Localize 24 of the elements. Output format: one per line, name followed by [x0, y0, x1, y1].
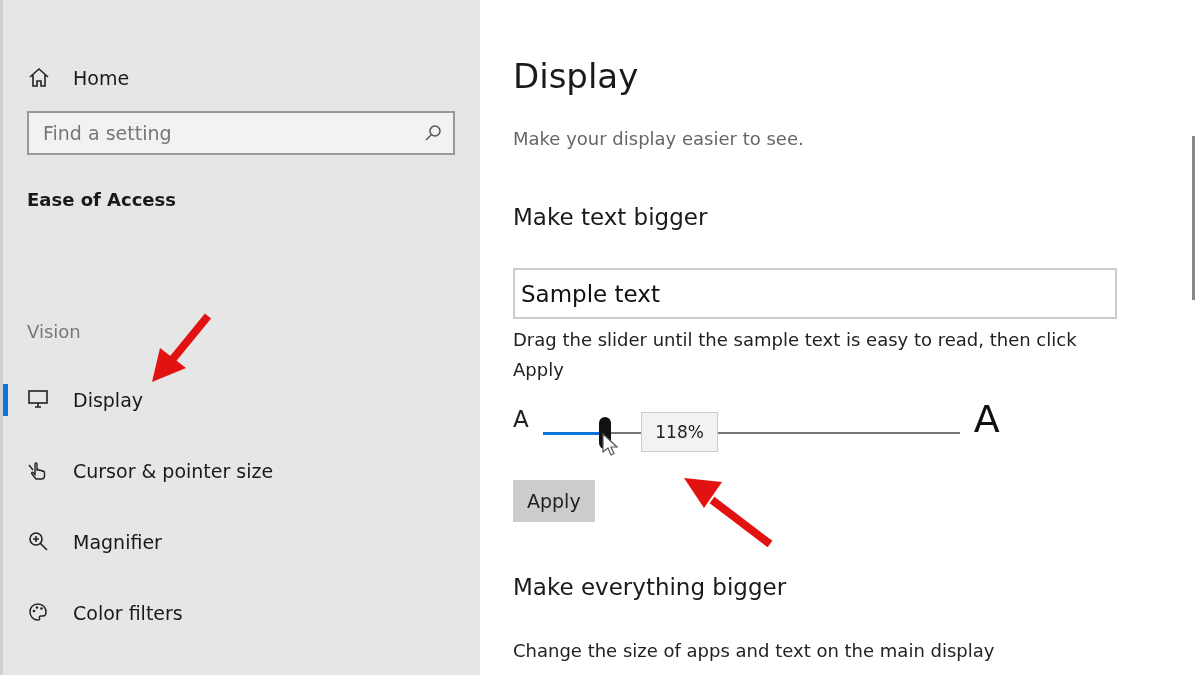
instructions-text: Drag the slider until the sample text is easy to read, then click Apply: [513, 328, 1078, 382]
sidebar-item[interactable]: Display: [3, 384, 456, 416]
home-icon: [27, 66, 51, 90]
home-link[interactable]: Home: [27, 62, 456, 94]
section-heading: Make text bigger: [513, 204, 708, 230]
section-heading: Make everything bigger: [513, 574, 787, 600]
section-description: Change the size of apps and text on the main display: [513, 640, 995, 661]
search-field[interactable]: Find a setting: [27, 111, 455, 155]
apply-button[interactable]: Apply: [513, 480, 595, 522]
sample-text-field[interactable]: Sample text: [513, 268, 1117, 319]
text-size-slider[interactable]: 118%: [542, 408, 960, 458]
annotation-arrow: [150, 312, 212, 384]
sidebar-item[interactable]: Cursor & pointer size: [3, 455, 456, 487]
small-a-label: A: [513, 406, 529, 432]
sidebar-item[interactable]: Color filters: [3, 597, 456, 629]
sidebar-item[interactable]: Magnifier: [3, 526, 456, 558]
section-title: Ease of Access: [27, 189, 177, 210]
page-subtitle: Make your display easier to see.: [513, 128, 804, 149]
large-a-label: A: [973, 397, 1000, 441]
group-label: Vision: [27, 321, 82, 342]
page-title: Display: [513, 56, 639, 96]
slider-tooltip: 118%: [641, 412, 718, 452]
scrollbar[interactable]: [1192, 136, 1195, 300]
search-icon: [423, 123, 443, 143]
